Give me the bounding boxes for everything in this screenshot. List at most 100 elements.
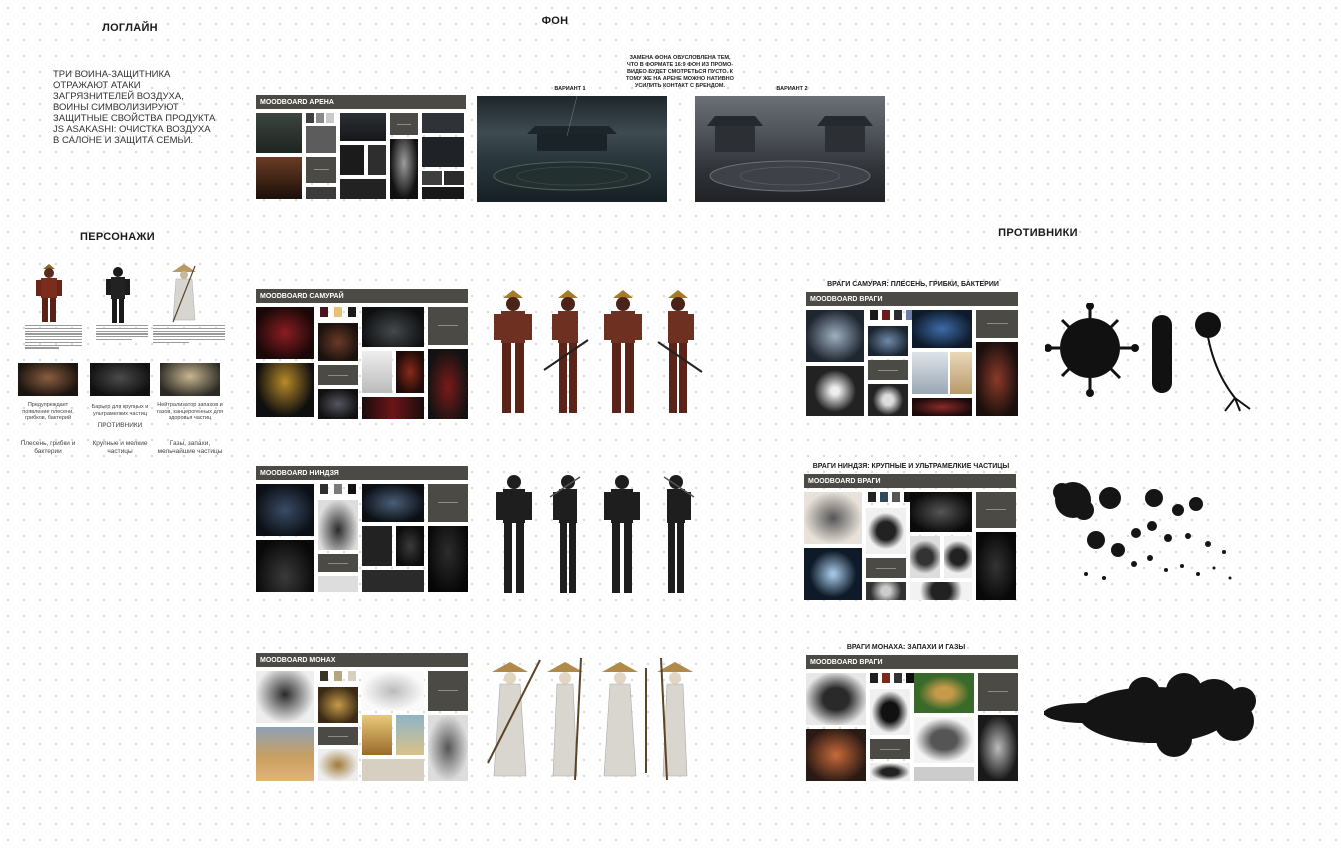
ninja-image — [428, 526, 468, 592]
caption-box — [428, 484, 468, 522]
samurai-portrait — [18, 363, 78, 396]
caption-box — [868, 360, 908, 380]
color-swatch — [316, 113, 324, 123]
moodboard-enemies-3-header: MOODBOARD ВРАГИ — [806, 655, 1018, 669]
color-swatch — [334, 307, 342, 317]
arena-image — [256, 157, 302, 199]
color-swatch — [320, 307, 328, 317]
samurai-caption: Предупреждает появление плесени, грибков… — [22, 402, 74, 421]
ninja-figure-icon — [106, 267, 130, 323]
color-swatch — [334, 484, 342, 494]
enemy-image — [914, 767, 974, 781]
arena-image — [422, 137, 464, 167]
moodboard-arena-header: MOODBOARD АРЕНА — [256, 95, 466, 109]
monk-image — [362, 759, 424, 781]
enemy-image — [976, 532, 1016, 600]
samurai-image — [362, 397, 424, 419]
enemy-image — [870, 763, 910, 781]
smoke-illustration — [1044, 673, 1256, 757]
samurai-description — [25, 325, 82, 350]
monk-enemies-title: ВРАГИ МОНАХА: ЗАПАХИ И ГАЗЫ — [846, 644, 966, 651]
caption-box — [428, 307, 468, 345]
characters-title: ПЕРСОНАЖИ — [80, 231, 155, 243]
color-swatch — [892, 492, 900, 502]
ninja-portrait — [90, 363, 150, 396]
monk-image — [318, 749, 358, 781]
samurai-image — [318, 389, 358, 419]
ninja-image — [256, 484, 314, 536]
monk-image — [256, 727, 314, 781]
color-swatch — [320, 484, 328, 494]
enemy-image — [910, 492, 972, 532]
caption-box — [976, 492, 1016, 528]
monk-turnaround — [487, 658, 693, 781]
monk-image — [428, 715, 468, 781]
moodboard-enemies-3: MOODBOARD ВРАГИ — [806, 655, 1018, 783]
enemy-image — [944, 536, 972, 578]
enemy-image — [806, 729, 866, 781]
color-swatch — [870, 673, 878, 683]
arena-image — [444, 171, 464, 185]
arena-image — [368, 145, 386, 175]
arena-image — [422, 171, 442, 185]
monk-image — [318, 687, 358, 723]
ninja-description — [96, 325, 148, 342]
enemy-image — [866, 508, 906, 554]
color-swatch — [882, 673, 890, 683]
enemies-label: ПРОТИВНИКИ — [97, 422, 143, 429]
enemy-type-1: Плесень, грибки и бактерии — [20, 440, 76, 455]
enemy-image — [870, 689, 910, 735]
color-swatch — [906, 673, 914, 683]
ninja-caption: Барьер для крупных и ультрамелких частиц — [91, 404, 149, 417]
moodboard-ninja-header: MOODBOARD НИНДЗЯ — [256, 466, 468, 480]
variant-1-label: ВАРИАНТ 1 — [554, 86, 586, 92]
ninja-image — [362, 484, 424, 522]
caption-box — [978, 673, 1018, 711]
monk-image — [362, 671, 424, 711]
enemy-image — [806, 673, 866, 725]
caption-box — [976, 310, 1018, 338]
samurai-image — [256, 363, 314, 417]
caption-box — [318, 365, 358, 385]
ninja-image — [396, 526, 424, 566]
samurai-turnaround — [494, 290, 703, 413]
logline-title: ЛОГЛАЙН — [102, 22, 158, 34]
ninja-image — [256, 540, 314, 592]
moodboard-enemies-1: MOODBOARD ВРАГИ — [806, 292, 1018, 418]
enemy-image — [910, 582, 972, 600]
color-swatch — [870, 310, 878, 320]
caption-box — [318, 727, 358, 745]
moodboard-enemies-1-header: MOODBOARD ВРАГИ — [806, 292, 1018, 306]
enemy-image — [978, 715, 1018, 781]
enemy-image — [868, 384, 908, 416]
arena-image — [340, 179, 386, 199]
samurai-figure-icon — [36, 264, 62, 322]
caption-box — [390, 113, 418, 135]
monk-image — [362, 715, 392, 755]
caption-box — [428, 671, 468, 711]
enemy-image — [914, 717, 974, 763]
arena-image — [422, 187, 464, 199]
moodboard-samurai: MOODBOARD САМУРАЙ — [256, 289, 468, 421]
variant-2-image — [695, 96, 885, 202]
color-swatch — [334, 671, 342, 681]
ninja-image — [318, 576, 358, 592]
enemy-image — [910, 536, 940, 578]
opponents-title: ПРОТИВНИКИ — [998, 227, 1078, 239]
monk-image — [256, 671, 314, 723]
color-swatch — [306, 113, 314, 123]
arena-image — [340, 145, 364, 175]
monk-portrait — [160, 363, 220, 396]
color-swatch — [348, 484, 356, 494]
samurai-image — [318, 323, 358, 361]
samurai-image — [362, 351, 392, 393]
moodboard-arena: MOODBOARD АРЕНА — [256, 95, 466, 201]
color-swatch — [882, 310, 890, 320]
color-swatch — [348, 671, 356, 681]
arena-image — [306, 187, 336, 199]
samurai-enemies-title: ВРАГИ САМУРАЯ: ПЛЕСЕНЬ, ГРИБКИ, БАКТЕРИИ — [827, 281, 999, 288]
enemy-image — [950, 352, 972, 394]
enemy-image — [976, 342, 1018, 416]
color-swatch — [320, 671, 328, 681]
samurai-image — [396, 351, 424, 393]
